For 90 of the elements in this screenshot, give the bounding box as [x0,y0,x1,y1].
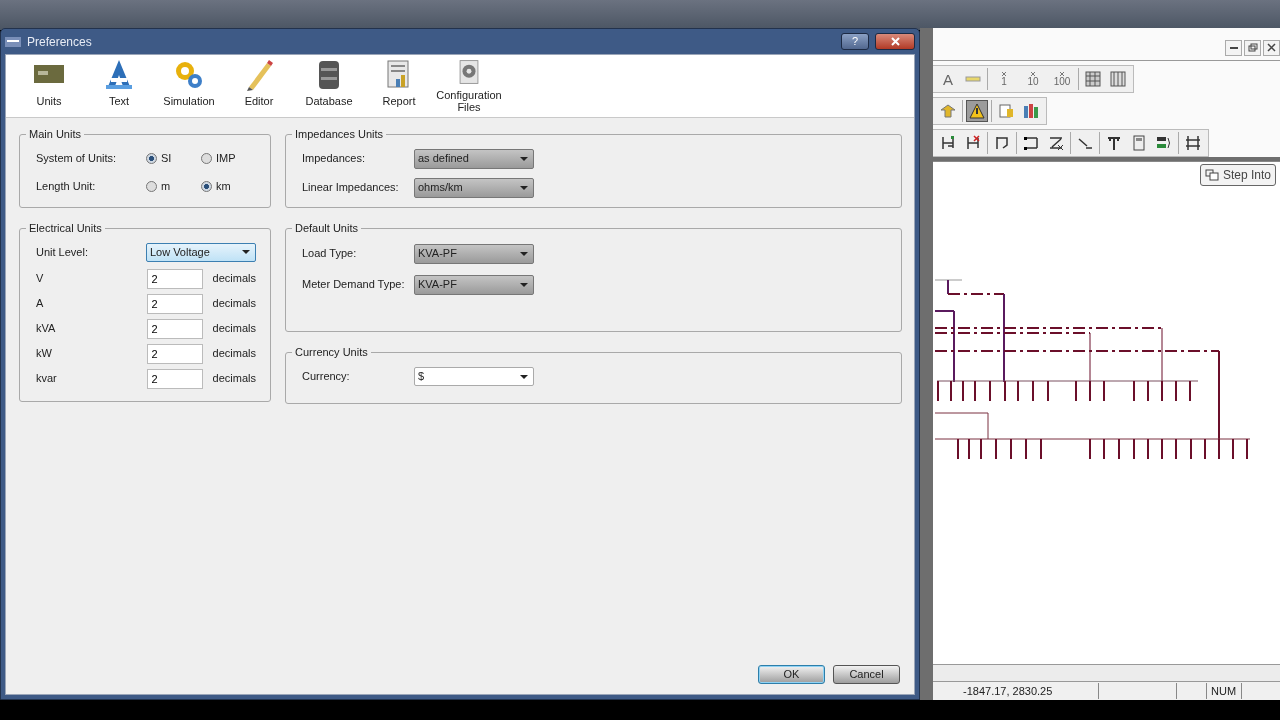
radio-button[interactable]: SI [146,149,201,167]
field-label: Load Type: [302,246,358,262]
cross-icon [1030,71,1036,77]
field-label: kvar [36,371,58,387]
radio-button[interactable]: km [201,177,256,195]
category-tab[interactable]: Units [14,57,84,115]
calculator-icon [1131,135,1147,151]
category-tab[interactable]: Configuration Files [434,57,504,115]
horizontal-scrollbar[interactable] [933,664,1280,682]
caret-icon [520,156,528,161]
caret-icon [520,185,528,190]
zoom-button[interactable]: 10 [1020,68,1046,90]
antenna-icon [1106,135,1122,151]
app-logo-icon [5,34,21,49]
radio-button[interactable]: IMP [201,149,256,167]
caret-icon [520,282,528,287]
field-label: Length Unit: [36,178,97,194]
unit-label: decimals [212,321,256,337]
category-tab[interactable]: Report [364,57,434,115]
restore-icon [1247,43,1258,53]
minimize-button[interactable] [1225,40,1242,56]
field-label: Linear Impedances: [302,180,400,196]
branch-icon [994,135,1010,151]
zoom-button[interactable]: 1 [991,68,1017,90]
grid-lines-icon [1185,135,1201,151]
window-title: Preferences [27,33,92,51]
group-title: Impedances Units [294,128,385,140]
arrow-icon [940,103,956,119]
zoom-button[interactable]: 100 [1049,68,1075,90]
category-tab[interactable]: Simulation [154,57,224,115]
minimize-icon [1229,47,1238,49]
category-tab[interactable]: Database [294,57,364,115]
close-button[interactable] [875,33,915,50]
caret-icon [242,250,250,254]
gears-icon [173,59,205,91]
delete-node-icon [965,135,981,151]
close-icon [889,36,901,47]
group-title: Default Units [294,222,359,234]
unit-label: decimals [212,371,256,387]
number-field[interactable]: 2 [146,343,203,364]
books-icon [1023,103,1039,119]
line-icon [1077,135,1093,151]
field-label: Currency: [302,369,351,385]
restore-button[interactable] [1244,40,1261,56]
number-field[interactable]: 2 [146,293,203,314]
step-into-icon [1204,169,1219,181]
unit-label: decimals [212,271,256,287]
step-into-button[interactable]: Step Into [1199,164,1276,186]
close-icon [1266,43,1277,53]
group-title: Main Units [28,128,82,140]
caret-icon [520,374,528,379]
text-tool-button[interactable]: A [937,68,959,90]
cross-icon [1001,71,1007,77]
field-label: A [36,296,45,312]
group-title: Currency Units [294,346,369,358]
dropdown[interactable]: Low Voltage [145,242,256,262]
grid-icon [1110,71,1126,87]
link-icon [1023,135,1039,151]
number-field[interactable]: 2 [146,368,203,389]
close-button[interactable] [1263,40,1280,56]
field-label: Unit Level: [36,244,89,260]
coordinates-text: -1847.17, 2830.25 [963,683,1053,699]
number-field[interactable]: 2 [146,268,203,289]
field-label: kW [36,346,53,362]
caret-icon [520,251,528,256]
toolbar-button[interactable] [966,100,988,122]
ok-button[interactable]: OK [758,665,825,684]
field-label: System of Units: [36,150,118,166]
warning-icon [969,103,985,119]
number-field[interactable]: 2 [146,318,203,339]
document-icon [998,103,1014,119]
add-node-icon [940,135,956,151]
unit-label: decimals [212,296,256,312]
field-label: kVA [36,321,57,337]
field-label: Impedances: [302,151,366,167]
cross-icon [1059,71,1065,77]
unlink-icon [1048,135,1064,151]
text-icon [103,59,135,91]
dropdown[interactable]: $ [414,367,534,386]
grid-icon [1085,71,1101,87]
field-label: V [36,271,45,287]
unit-label: decimals [212,346,256,362]
category-tab[interactable]: Editor [224,57,294,115]
num-lock-indicator: NUM [1211,683,1237,699]
category-tab[interactable]: Text [84,57,154,115]
cancel-button[interactable]: Cancel [833,665,900,684]
group-title: Electrical Units [28,222,103,234]
id-swap-icon [1156,135,1172,151]
radio-button[interactable]: m [146,177,201,195]
field-label: Meter Demand Type: [302,277,406,293]
